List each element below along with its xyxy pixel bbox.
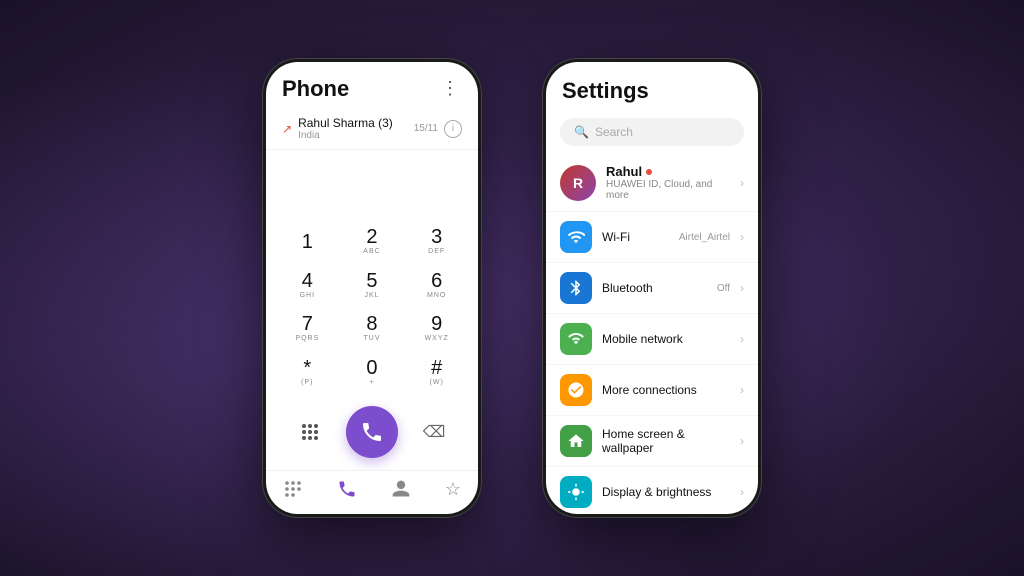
chevron-right-icon: › [740, 383, 744, 397]
dial-grid: 1 2ABC 3DEF 4GHI 5JKL 6MNO 7PQRS 8TUV 9W… [276, 221, 468, 394]
search-icon: 🔍 [574, 125, 589, 139]
nav-dialpad-icon[interactable] [283, 479, 303, 504]
settings-title: Settings [562, 78, 649, 103]
dial-key-5[interactable]: 5JKL [341, 265, 404, 307]
call-right: 15/11 i [414, 120, 462, 138]
phone2-shell: Settings 🔍 Search R Rahul [542, 58, 762, 518]
nav-favorites-icon[interactable]: ☆ [445, 479, 461, 504]
call-count: 15/11 [414, 123, 438, 134]
dial-key-6[interactable]: 6MNO [405, 265, 468, 307]
call-button[interactable] [346, 406, 398, 458]
mobile-network-name: Mobile network [602, 332, 730, 346]
display-icon [560, 476, 592, 508]
dial-key-0[interactable]: 0+ [341, 352, 404, 394]
wifi-value: Airtel_Airtel [679, 232, 730, 243]
chevron-right-icon: › [740, 332, 744, 346]
mobile-network-icon [560, 323, 592, 355]
profile-name: Rahul [606, 164, 730, 179]
more-connections-name: More connections [602, 383, 730, 397]
dial-key-2[interactable]: 2ABC [341, 221, 404, 263]
dial-key-7[interactable]: 7PQRS [276, 308, 339, 350]
settings-list: R Rahul HUAWEI ID, Cloud, and more › [546, 154, 758, 514]
settings-item-profile[interactable]: R Rahul HUAWEI ID, Cloud, and more › [546, 154, 758, 212]
display-name: Display & brightness [602, 485, 730, 499]
dialpad: 1 2ABC 3DEF 4GHI 5JKL 6MNO 7PQRS 8TUV 9W… [266, 150, 478, 470]
dial-key-star[interactable]: *(P) [276, 352, 339, 394]
dial-key-hash[interactable]: #(W) [405, 352, 468, 394]
homescreen-icon [560, 425, 592, 457]
info-button[interactable]: i [444, 120, 462, 138]
settings-item-wifi[interactable]: Wi-Fi Airtel_Airtel › [546, 212, 758, 263]
dial-bottom: ⌫ [276, 402, 468, 462]
nav-calls-icon[interactable] [337, 479, 357, 504]
phone-title: Phone [282, 76, 349, 102]
avatar-letter: R [573, 175, 583, 191]
settings-item-mobile[interactable]: Mobile network › [546, 314, 758, 365]
dial-key-9[interactable]: 9WXYZ [405, 308, 468, 350]
bluetooth-name: Bluetooth [602, 281, 707, 295]
phone1-screen: Phone ⋮ ↗ Rahul Sharma (3) India 15/11 i [266, 62, 478, 514]
settings-item-homescreen[interactable]: Home screen & wallpaper › [546, 416, 758, 467]
chevron-right-icon: › [740, 485, 744, 499]
more-menu-button[interactable]: ⋮ [439, 76, 462, 101]
phone-header: Phone ⋮ [266, 62, 478, 108]
settings-item-more-connections[interactable]: More connections › [546, 365, 758, 416]
phones-container: Phone ⋮ ↗ Rahul Sharma (3) India 15/11 i [262, 58, 762, 518]
chevron-right-icon: › [740, 230, 744, 244]
dialpad-icon[interactable] [292, 414, 328, 450]
wifi-name: Wi-Fi [602, 230, 669, 244]
chevron-right-icon: › [740, 281, 744, 295]
bluetooth-text: Bluetooth [602, 281, 707, 295]
notification-dot [646, 169, 652, 175]
bluetooth-value: Off [717, 283, 730, 294]
mobile-network-text: Mobile network [602, 332, 730, 346]
call-info: Rahul Sharma (3) India [298, 116, 393, 141]
wifi-icon [560, 221, 592, 253]
call-left: ↗ Rahul Sharma (3) India [282, 116, 393, 141]
chevron-right-icon: › [740, 176, 744, 190]
recent-call-item[interactable]: ↗ Rahul Sharma (3) India 15/11 i [266, 108, 478, 150]
homescreen-name: Home screen & wallpaper [602, 427, 730, 455]
chevron-right-icon: › [740, 434, 744, 448]
backspace-icon[interactable]: ⌫ [416, 414, 452, 450]
search-input[interactable]: Search [595, 125, 633, 139]
search-bar[interactable]: 🔍 Search [560, 118, 744, 146]
nav-contacts-icon[interactable] [391, 479, 411, 504]
more-connections-icon [560, 374, 592, 406]
profile-info: Rahul HUAWEI ID, Cloud, and more [606, 164, 730, 201]
bluetooth-icon [560, 272, 592, 304]
phone2-screen: Settings 🔍 Search R Rahul [546, 62, 758, 514]
wifi-text: Wi-Fi [602, 230, 669, 244]
settings-header: Settings [546, 62, 758, 112]
more-connections-text: More connections [602, 383, 730, 397]
dial-key-3[interactable]: 3DEF [405, 221, 468, 263]
homescreen-text: Home screen & wallpaper [602, 427, 730, 455]
dial-key-1[interactable]: 1 [276, 221, 339, 263]
profile-sub: HUAWEI ID, Cloud, and more [606, 179, 730, 201]
caller-sub: India [298, 130, 393, 141]
display-text: Display & brightness [602, 485, 730, 499]
settings-item-bluetooth[interactable]: Bluetooth Off › [546, 263, 758, 314]
missed-call-icon: ↗ [282, 122, 292, 136]
avatar: R [560, 165, 596, 201]
dial-key-8[interactable]: 8TUV [341, 308, 404, 350]
dial-key-4[interactable]: 4GHI [276, 265, 339, 307]
caller-name: Rahul Sharma (3) [298, 116, 393, 130]
phone1-shell: Phone ⋮ ↗ Rahul Sharma (3) India 15/11 i [262, 58, 482, 518]
bottom-nav: ☆ [266, 470, 478, 514]
settings-item-display[interactable]: Display & brightness › [546, 467, 758, 514]
